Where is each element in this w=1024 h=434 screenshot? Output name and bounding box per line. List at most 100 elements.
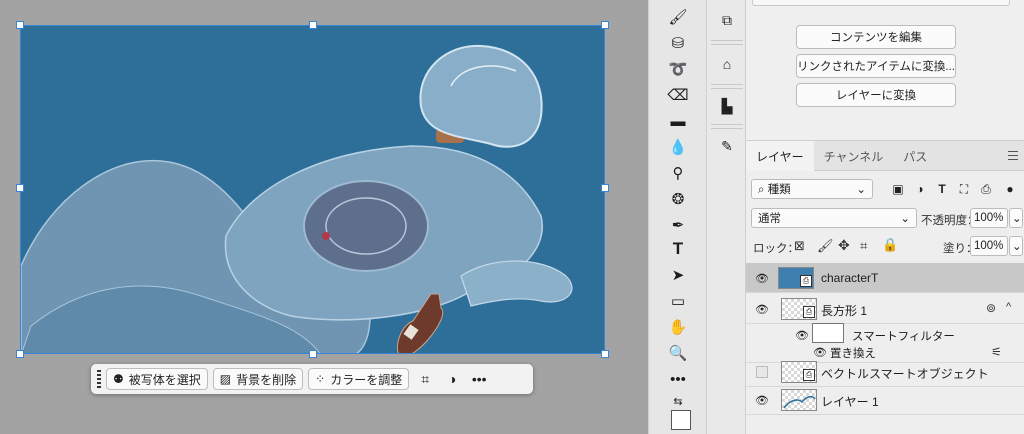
filter-smart-object-icon[interactable]: ⎙: [978, 181, 994, 197]
document-canvas[interactable]: [20, 25, 605, 354]
mini-separator: [711, 40, 743, 45]
blend-mode-select[interactable]: 通常 ⌄: [751, 208, 917, 228]
convert-to-layers-button[interactable]: レイヤーに変換: [796, 83, 956, 107]
smart-object-badge-icon: ⎙: [800, 275, 812, 287]
canvas-workspace[interactable]: ⚉ 被写体を選択 ▨ 背景を削除 ⁘ カラーを調整 ⌗ ◑ •••: [0, 0, 648, 434]
visibility-toggle-off[interactable]: [756, 366, 768, 378]
gradient-tool-icon[interactable]: ▬: [666, 110, 690, 132]
layer-name: レイヤー 1: [821, 395, 879, 409]
swap-colors-icon[interactable]: ⇆: [666, 390, 690, 412]
filter-toggle-icon[interactable]: ●: [1002, 181, 1018, 197]
filter-type-icon[interactable]: T: [934, 181, 950, 197]
fill-field[interactable]: 100%: [970, 236, 1008, 256]
layer-thumbnail: [781, 389, 817, 411]
properties-top-field[interactable]: [752, 0, 1010, 6]
mini-separator: [711, 84, 743, 89]
color-dots-icon: ⁘: [315, 372, 326, 386]
layer-name: characterT: [821, 271, 879, 285]
adjustment-circle-icon[interactable]: ◑: [441, 368, 463, 390]
lock-all-icon[interactable]: 🔒: [882, 237, 898, 253]
chevron-down-icon: ⌄: [1012, 241, 1022, 253]
lock-label: ロック：: [753, 243, 799, 255]
smart-filter-indicator-icon[interactable]: ⊚: [986, 301, 996, 315]
contextual-taskbar: ⚉ 被写体を選択 ▨ 背景を削除 ⁘ カラーを調整 ⌗ ◑ •••: [91, 364, 533, 394]
filter-kind-select[interactable]: ⌕ 種類 ⌄: [751, 179, 873, 199]
convert-to-linked-button[interactable]: リンクされたアイテムに変換...: [796, 54, 956, 78]
layer-row-layer-1[interactable]: 👁 レイヤー 1: [746, 385, 1024, 415]
pen-tool-icon[interactable]: ✒: [666, 214, 690, 236]
layers-panel: レイヤー チャンネル パス ⌕ 種類 ⌄ ▣ ◑ T ⛶ ⎙ ● 通常 ⌄ 不透…: [746, 140, 1024, 434]
layer-row-vector-smart-object[interactable]: ⎙ ベクトルスマートオブジェクト: [746, 357, 1024, 387]
visibility-eye-icon[interactable]: 👁: [754, 302, 770, 316]
person-icon: ⚉: [113, 372, 124, 386]
shapes-icon[interactable]: ⌂: [707, 52, 747, 76]
lock-brush-icon[interactable]: 🖌: [817, 238, 834, 254]
history-brush-tool-icon[interactable]: ➰: [666, 58, 690, 80]
opacity-value: 100%: [974, 212, 1004, 224]
filter-adjustment-icon[interactable]: ◑: [912, 181, 928, 197]
brush-tool-icon[interactable]: 🖌: [666, 6, 690, 28]
edit-contents-button[interactable]: コンテンツを編集: [796, 25, 956, 49]
visibility-eye-icon[interactable]: 👁: [754, 393, 770, 407]
smart-object-badge-icon: ⎙: [803, 306, 815, 318]
remove-background-button[interactable]: ▨ 背景を削除: [212, 368, 304, 390]
fill-value: 100%: [974, 240, 1004, 252]
tab-paths[interactable]: パス: [893, 141, 937, 171]
fill-dropdown[interactable]: ⌄: [1009, 236, 1023, 256]
search-icon: ⌕: [758, 184, 768, 196]
tab-channels[interactable]: チャンネル: [814, 141, 894, 171]
transform-handle-tl[interactable]: [16, 21, 24, 29]
lock-transparent-icon[interactable]: ⊠: [794, 238, 805, 254]
visibility-eye-icon[interactable]: 👁: [754, 271, 770, 285]
layer-thumbnail: ⎙: [781, 298, 817, 320]
chevron-down-icon: ⌄: [856, 184, 866, 196]
select-subject-label: 被写体を選択: [128, 372, 201, 387]
path-selection-tool-icon[interactable]: ➤: [666, 264, 690, 286]
panel-menu-icon[interactable]: [1008, 151, 1018, 160]
character-artwork: [21, 44, 573, 353]
crop-transform-icon[interactable]: ⌗: [414, 368, 436, 390]
layer-row-rectangle-1[interactable]: 👁 ⎙ 長方形 1 ⊚ ^: [746, 294, 1024, 324]
lock-position-icon[interactable]: ✥: [838, 237, 850, 254]
brush-settings-icon[interactable]: ✎: [707, 134, 747, 158]
zoom-tool-icon[interactable]: 🔍: [666, 342, 690, 364]
remove-background-label: 背景を削除: [236, 372, 297, 387]
visibility-eye-icon[interactable]: 👁: [794, 328, 810, 342]
opacity-field[interactable]: 100%: [970, 208, 1008, 228]
eraser-tool-icon[interactable]: ⌫: [666, 84, 690, 106]
dodge-tool-icon[interactable]: ⚲: [666, 162, 690, 184]
transform-handle-bm[interactable]: [309, 350, 317, 358]
adjust-color-button[interactable]: ⁘ カラーを調整: [308, 368, 410, 390]
layer-thumbnail: ⎙: [781, 361, 817, 383]
opacity-dropdown[interactable]: ⌄: [1009, 208, 1023, 228]
rectangle-tool-icon[interactable]: ▭: [666, 290, 690, 312]
foreground-color-swatch[interactable]: [671, 410, 691, 430]
transform-handle-mr[interactable]: [601, 184, 609, 192]
smart-filter-label: スマートフィルター: [852, 331, 955, 343]
clone-stamp-tool-icon[interactable]: ⛁: [666, 32, 690, 54]
tool-presets-icon[interactable]: ▙: [707, 94, 747, 118]
filter-pixel-icon[interactable]: ▣: [890, 181, 906, 197]
lock-artboard-icon[interactable]: ⌗: [860, 238, 867, 254]
hand-tool-icon[interactable]: ✋: [666, 316, 690, 338]
type-tool-icon[interactable]: T: [666, 238, 690, 260]
select-subject-button[interactable]: ⚉ 被写体を選択: [106, 368, 208, 390]
properties-panel: コンテンツを編集 リンクされたアイテムに変換... レイヤーに変換: [746, 0, 1024, 140]
transform-handle-ml[interactable]: [16, 184, 24, 192]
taskbar-drag-handle[interactable]: [97, 370, 101, 388]
filter-shape-icon[interactable]: ⛶: [956, 181, 972, 197]
tab-layers[interactable]: レイヤー: [746, 141, 814, 171]
more-tools-icon[interactable]: •••: [666, 368, 690, 390]
layer-name: 長方形 1: [821, 304, 868, 318]
sponge-tool-icon[interactable]: ❂: [666, 188, 690, 210]
more-options-icon[interactable]: •••: [468, 368, 490, 390]
blur-tool-icon[interactable]: 💧: [666, 136, 690, 158]
libraries-icon[interactable]: ⧉: [707, 8, 747, 32]
chevron-down-icon: ⌄: [900, 213, 910, 225]
layer-row-characterT[interactable]: 👁 ⎙ characterT: [746, 263, 1024, 293]
transform-handle-tm[interactable]: [309, 21, 317, 29]
expand-toggle-icon[interactable]: ^: [1006, 301, 1011, 313]
transform-handle-br[interactable]: [601, 350, 609, 358]
transform-handle-bl[interactable]: [16, 350, 24, 358]
transform-handle-tr[interactable]: [601, 21, 609, 29]
